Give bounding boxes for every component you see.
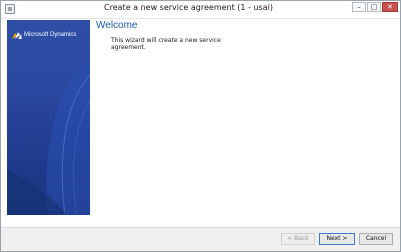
microsoft-dynamics-logo: Microsoft Dynamics xyxy=(12,31,76,39)
banner-decoration xyxy=(7,60,90,215)
page-title: Welcome xyxy=(96,20,138,31)
dynamics-logo-icon xyxy=(12,32,22,39)
title-bar[interactable]: Create a new service agreement (1 - usai… xyxy=(1,1,400,19)
wizard-window: Create a new service agreement (1 - usai… xyxy=(0,0,401,252)
wizard-content: Microsoft Dynamics Welcome This wizard w… xyxy=(1,19,400,227)
app-icon xyxy=(5,4,15,14)
next-button[interactable]: Next > xyxy=(319,233,355,245)
page-description: This wizard will create a new service ag… xyxy=(111,37,221,51)
minimize-button[interactable]: – xyxy=(352,2,366,12)
footer-divider xyxy=(1,227,400,228)
cancel-button[interactable]: Cancel xyxy=(359,233,393,245)
close-button[interactable]: ✕ xyxy=(382,2,398,12)
maximize-button[interactable]: □ xyxy=(367,2,381,12)
wizard-banner: Microsoft Dynamics xyxy=(7,20,90,215)
logo-text: Microsoft Dynamics xyxy=(24,32,77,38)
window-title: Create a new service agreement (1 - usai… xyxy=(104,3,273,12)
back-button[interactable]: < Back xyxy=(281,233,315,245)
